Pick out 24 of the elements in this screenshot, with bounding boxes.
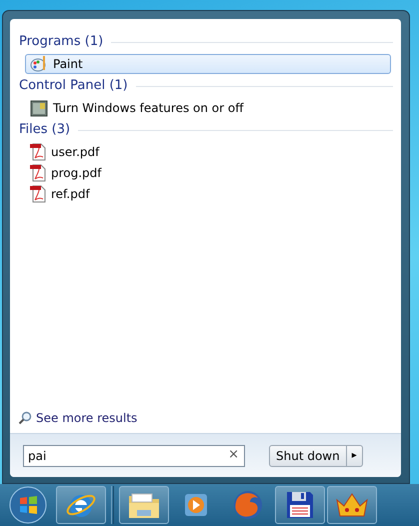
start-orb-icon	[8, 485, 48, 525]
result-item[interactable]: Turn Windows features on or off	[25, 98, 391, 118]
section-heading: Files (3)	[19, 121, 70, 139]
see-more-link[interactable]: See more results	[36, 409, 138, 427]
result-item[interactable]: ref.pdf	[25, 184, 391, 204]
palette-icon	[30, 55, 48, 73]
taskbar-button[interactable]	[275, 486, 325, 524]
globe-fox-icon	[231, 488, 265, 522]
taskbar-button[interactable]	[119, 486, 169, 524]
search-icon	[18, 411, 32, 425]
shut-down-options-button[interactable]: ▸	[346, 444, 363, 466]
pdf-file-icon	[30, 164, 46, 182]
clear-search-button[interactable]: ×	[228, 446, 239, 462]
shut-down-button[interactable]: Shut down	[269, 444, 347, 466]
result-item[interactable]: user.pdf	[25, 142, 391, 162]
result-item[interactable]: Paint	[25, 54, 391, 74]
taskbar-button[interactable]	[56, 486, 106, 524]
section-heading: Programs (1)	[19, 33, 104, 51]
crown-icon	[335, 492, 369, 518]
result-item[interactable]: prog.pdf	[25, 163, 391, 183]
pdf-file-icon	[30, 185, 46, 203]
pdf-file-icon	[30, 143, 46, 161]
section-heading: Control Panel (1)	[19, 77, 128, 95]
settings-window-icon	[30, 99, 48, 117]
